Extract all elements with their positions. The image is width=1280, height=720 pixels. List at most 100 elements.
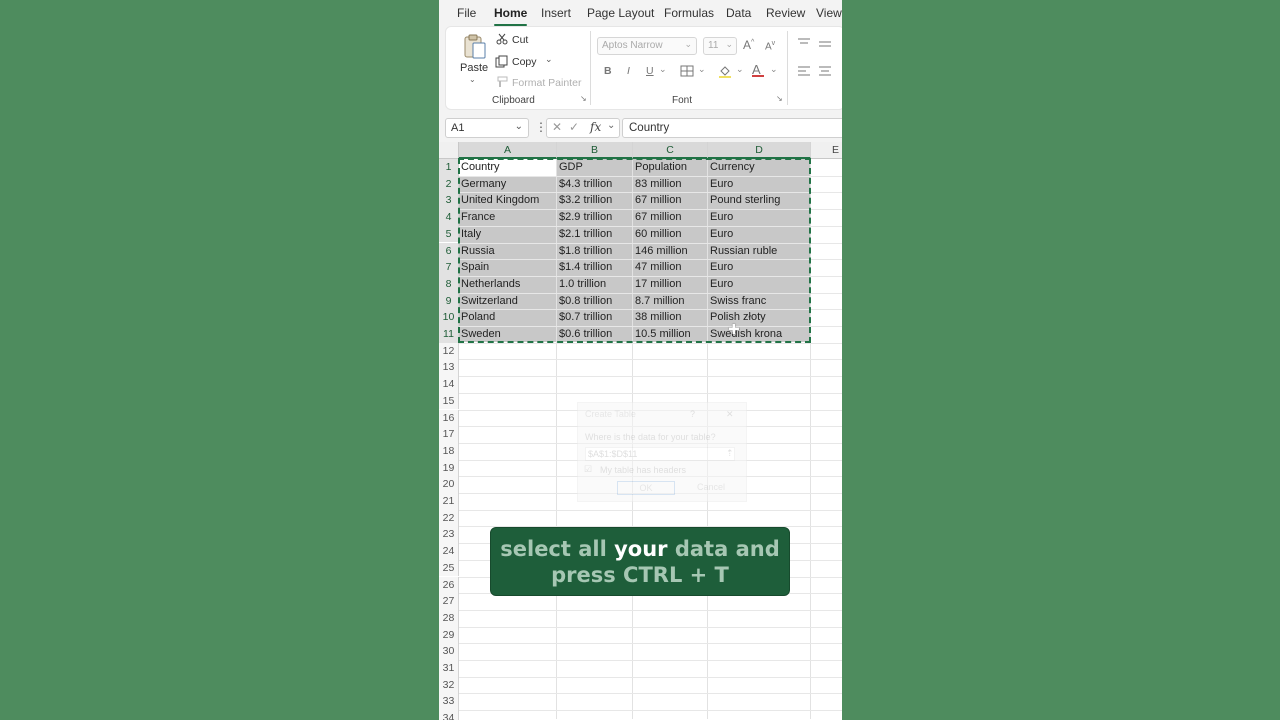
font-launcher-icon[interactable]: ↘ [776,94,783,103]
row-header[interactable]: 27 [439,593,459,610]
decrease-font-icon[interactable]: Av [765,40,775,52]
row-header[interactable]: 19 [439,459,459,477]
font-color-dropdown-icon[interactable]: ⌄ [770,64,778,75]
font-size-box[interactable]: 11 ⌄ [703,37,737,55]
row-header[interactable]: 17 [439,426,459,443]
ribbon: Paste ⌄ Cut Copy ⌄ Format Painter Clipbo… [445,26,842,110]
underline-dropdown-icon[interactable]: ⌄ [659,64,667,75]
tab-view[interactable]: View [816,6,842,20]
row-header[interactable]: 9 [439,292,459,310]
italic-button[interactable]: I [627,65,630,77]
column-header-e[interactable]: E [811,142,842,159]
row-gridline [459,643,842,645]
align-center-icon[interactable] [819,66,831,80]
row-header[interactable]: 20 [439,476,459,493]
caption-highlight: your [614,537,668,561]
instruction-caption: select all your data and press CTRL + T [490,527,790,596]
fill-color-dropdown-icon[interactable]: ⌄ [736,64,744,75]
row-header[interactable]: 11 [439,326,459,343]
row-header[interactable]: 22 [439,509,459,527]
row-header[interactable]: 30 [439,643,459,660]
fill-color-icon[interactable] [718,64,732,81]
tab-insert[interactable]: Insert [541,6,571,20]
row-header[interactable]: 15 [439,392,459,410]
row-header[interactable]: 28 [439,609,459,627]
row-header[interactable]: 7 [439,259,459,276]
copy-dropdown-icon[interactable]: ⌄ [545,54,553,65]
tab-formulas[interactable]: Formulas [664,6,714,20]
formula-input[interactable]: Country [622,118,842,138]
row-header[interactable]: 1 [439,159,459,176]
underline-button[interactable]: U [646,65,654,77]
ribbon-separator [787,31,788,105]
row-header[interactable]: 2 [439,175,459,193]
column-header-c[interactable]: C [633,142,708,159]
align-left-icon[interactable] [798,66,810,80]
row-header[interactable]: 3 [439,192,459,210]
cut-icon[interactable] [496,33,508,48]
cancel-entry-icon[interactable]: ✕ [552,120,562,134]
font-color-icon[interactable]: A [752,62,764,77]
column-header-a[interactable]: A [459,142,557,159]
tab-review[interactable]: Review [766,6,805,20]
tab-data[interactable]: Data [726,6,751,20]
formula-buttons: ✕ ✓ fx ⌄ [546,118,620,138]
increase-font-icon[interactable]: A^ [743,38,754,52]
borders-dropdown-icon[interactable]: ⌄ [698,64,706,75]
column-header-b[interactable]: B [557,142,633,159]
paste-button[interactable]: Paste [460,62,488,74]
tab-file[interactable]: File [457,6,476,20]
row-header[interactable]: 4 [439,209,459,226]
row-gridline [459,626,842,628]
select-all-corner[interactable] [439,142,459,159]
format-painter-icon[interactable] [495,76,508,91]
table-range-input[interactable]: $A$1:$D$11 ⇡ [585,447,735,461]
confirm-entry-icon[interactable]: ✓ [569,120,579,134]
cut-button[interactable]: Cut [512,34,528,46]
align-middle-icon[interactable] [819,39,831,52]
insert-function-icon[interactable]: fx [590,120,601,134]
row-header[interactable]: 32 [439,676,459,694]
cancel-button[interactable]: Cancel [682,481,740,495]
paste-icon[interactable] [463,33,487,61]
clipboard-launcher-icon[interactable]: ↘ [580,94,587,103]
row-header[interactable]: 25 [439,559,459,577]
row-header[interactable]: 16 [439,409,459,427]
row-header[interactable]: 26 [439,576,459,594]
row-header[interactable]: 33 [439,693,459,711]
row-header[interactable]: 21 [439,493,459,510]
row-header[interactable]: 5 [439,225,459,243]
row-header[interactable]: 18 [439,442,459,460]
row-header[interactable]: 6 [439,242,459,260]
row-header[interactable]: 34 [439,710,459,720]
tab-page-layout[interactable]: Page Layout [587,6,654,20]
copy-icon[interactable] [495,55,508,71]
fx-dropdown-icon[interactable]: ⌄ [607,120,615,131]
row-header[interactable]: 8 [439,275,459,293]
dialog-close-button[interactable]: ✕ [726,409,734,420]
row-header[interactable]: 24 [439,543,459,560]
row-header[interactable]: 23 [439,526,459,544]
copy-button[interactable]: Copy [512,56,537,68]
row-header[interactable]: 29 [439,626,459,644]
headers-checkbox[interactable]: ☑ [584,464,592,475]
name-box-dropdown-icon[interactable]: ⌄ [515,121,523,132]
tab-home[interactable]: Home [494,6,528,26]
ok-button[interactable]: OK [617,481,675,495]
column-header-d[interactable]: D [708,142,811,159]
name-box[interactable]: A1 ⌄ [445,118,529,138]
font-name-box[interactable]: Aptos Narrow ⌄ [597,37,697,55]
dialog-help-button[interactable]: ? [690,409,695,419]
range-collapse-icon[interactable]: ⇡ [726,448,734,459]
row-header[interactable]: 10 [439,309,459,326]
format-painter-button[interactable]: Format Painter [512,77,581,89]
bold-button[interactable]: B [604,65,612,77]
row-header[interactable]: 14 [439,376,459,393]
borders-icon[interactable] [680,65,694,80]
row-gridline [459,359,842,361]
row-header[interactable]: 31 [439,660,459,677]
align-top-icon[interactable] [798,38,810,51]
paste-dropdown-icon[interactable]: ⌄ [469,75,476,84]
row-header[interactable]: 12 [439,342,459,360]
row-header[interactable]: 13 [439,359,459,377]
